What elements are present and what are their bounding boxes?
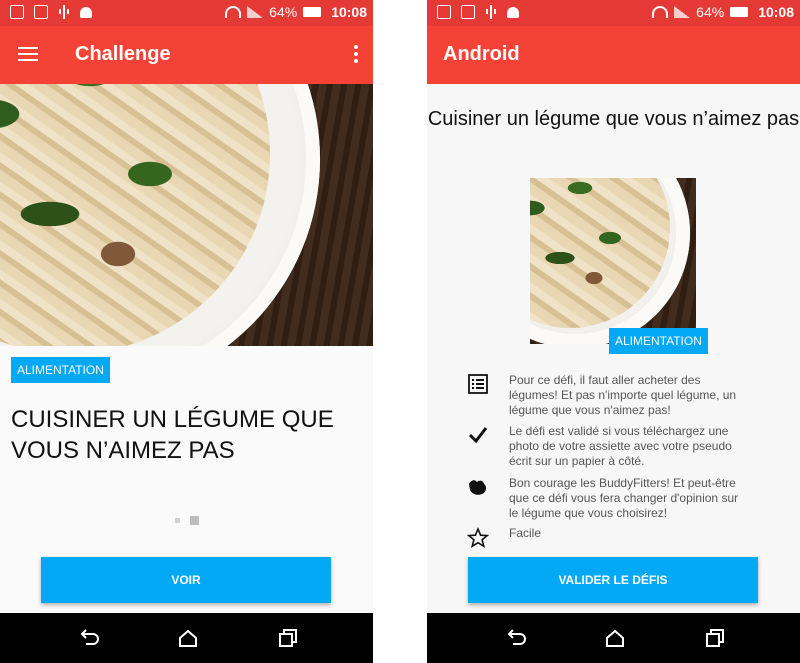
home-icon[interactable]: [177, 628, 199, 648]
validate-challenge-button[interactable]: VALIDER LE DÉFIS: [468, 557, 758, 603]
android-icon: [507, 7, 519, 18]
clock: 10:08: [331, 4, 367, 20]
back-icon[interactable]: [78, 628, 100, 648]
challenge-title: Cuisiner un légume que vous n’aimez pas: [427, 108, 800, 130]
status-bar: 64% 10:08: [0, 0, 373, 26]
signal-icon: [674, 6, 691, 18]
android-icon: [80, 7, 92, 18]
star-icon: [467, 527, 489, 549]
page-dot-active: [190, 516, 199, 525]
description-text: Pour ce défi, il faut aller acheter des …: [509, 373, 737, 417]
clock: 10:08: [758, 4, 794, 20]
menu-icon[interactable]: [18, 46, 38, 62]
list-icon: [468, 374, 488, 394]
encouragement-text: Bon courage les BuddyFitters! Et peut-êt…: [509, 476, 739, 520]
battery-percent: 64%: [269, 4, 298, 20]
signal-icon: [247, 6, 264, 18]
voir-button[interactable]: VOIR: [41, 557, 331, 603]
difficulty-text: Facile: [509, 526, 542, 540]
page-dot: [175, 518, 180, 523]
validation-text: Le défi est validé si vous téléchargez u…: [509, 424, 732, 468]
muscle-icon: [469, 480, 487, 495]
challenge-image: [530, 178, 696, 344]
wifi-icon: [652, 6, 669, 18]
screen-mirror-icon: [437, 5, 451, 19]
battery-icon: [730, 7, 749, 17]
challenge-image: [0, 84, 373, 346]
app-bar: Challenge: [0, 26, 373, 84]
app-bar-title: Android: [443, 43, 520, 65]
back-icon[interactable]: [505, 628, 527, 648]
navigation-bar: [427, 613, 800, 663]
app-bar: Android: [427, 26, 800, 84]
home-icon[interactable]: [604, 628, 626, 648]
more-options-icon[interactable]: [353, 45, 359, 65]
navigation-bar: [0, 613, 373, 663]
usb-icon: [485, 5, 497, 19]
screen-mirror-icon: [10, 5, 24, 19]
recent-apps-icon[interactable]: [277, 628, 299, 648]
usb-icon: [58, 5, 70, 19]
code-icon: [461, 5, 475, 19]
status-bar: 64% 10:08: [427, 0, 800, 26]
phone-screen-left: 64% 10:08 Challenge ALIMENTATION CUISINE…: [0, 0, 373, 663]
code-icon: [34, 5, 48, 19]
recent-apps-icon[interactable]: [704, 628, 726, 648]
category-badge: ALIMENTATION: [11, 357, 110, 383]
battery-percent: 64%: [696, 4, 725, 20]
check-icon: [468, 427, 488, 444]
wifi-icon: [225, 6, 242, 18]
app-bar-title: Challenge: [75, 43, 171, 65]
challenge-title: CUISINER UN LÉGUME QUE VOUS N’AIMEZ PAS: [11, 406, 334, 464]
phone-screen-right: 64% 10:08 Android Cuisiner un légume que…: [427, 0, 800, 663]
category-badge: ALIMENTATION: [609, 328, 708, 354]
battery-icon: [303, 7, 322, 17]
